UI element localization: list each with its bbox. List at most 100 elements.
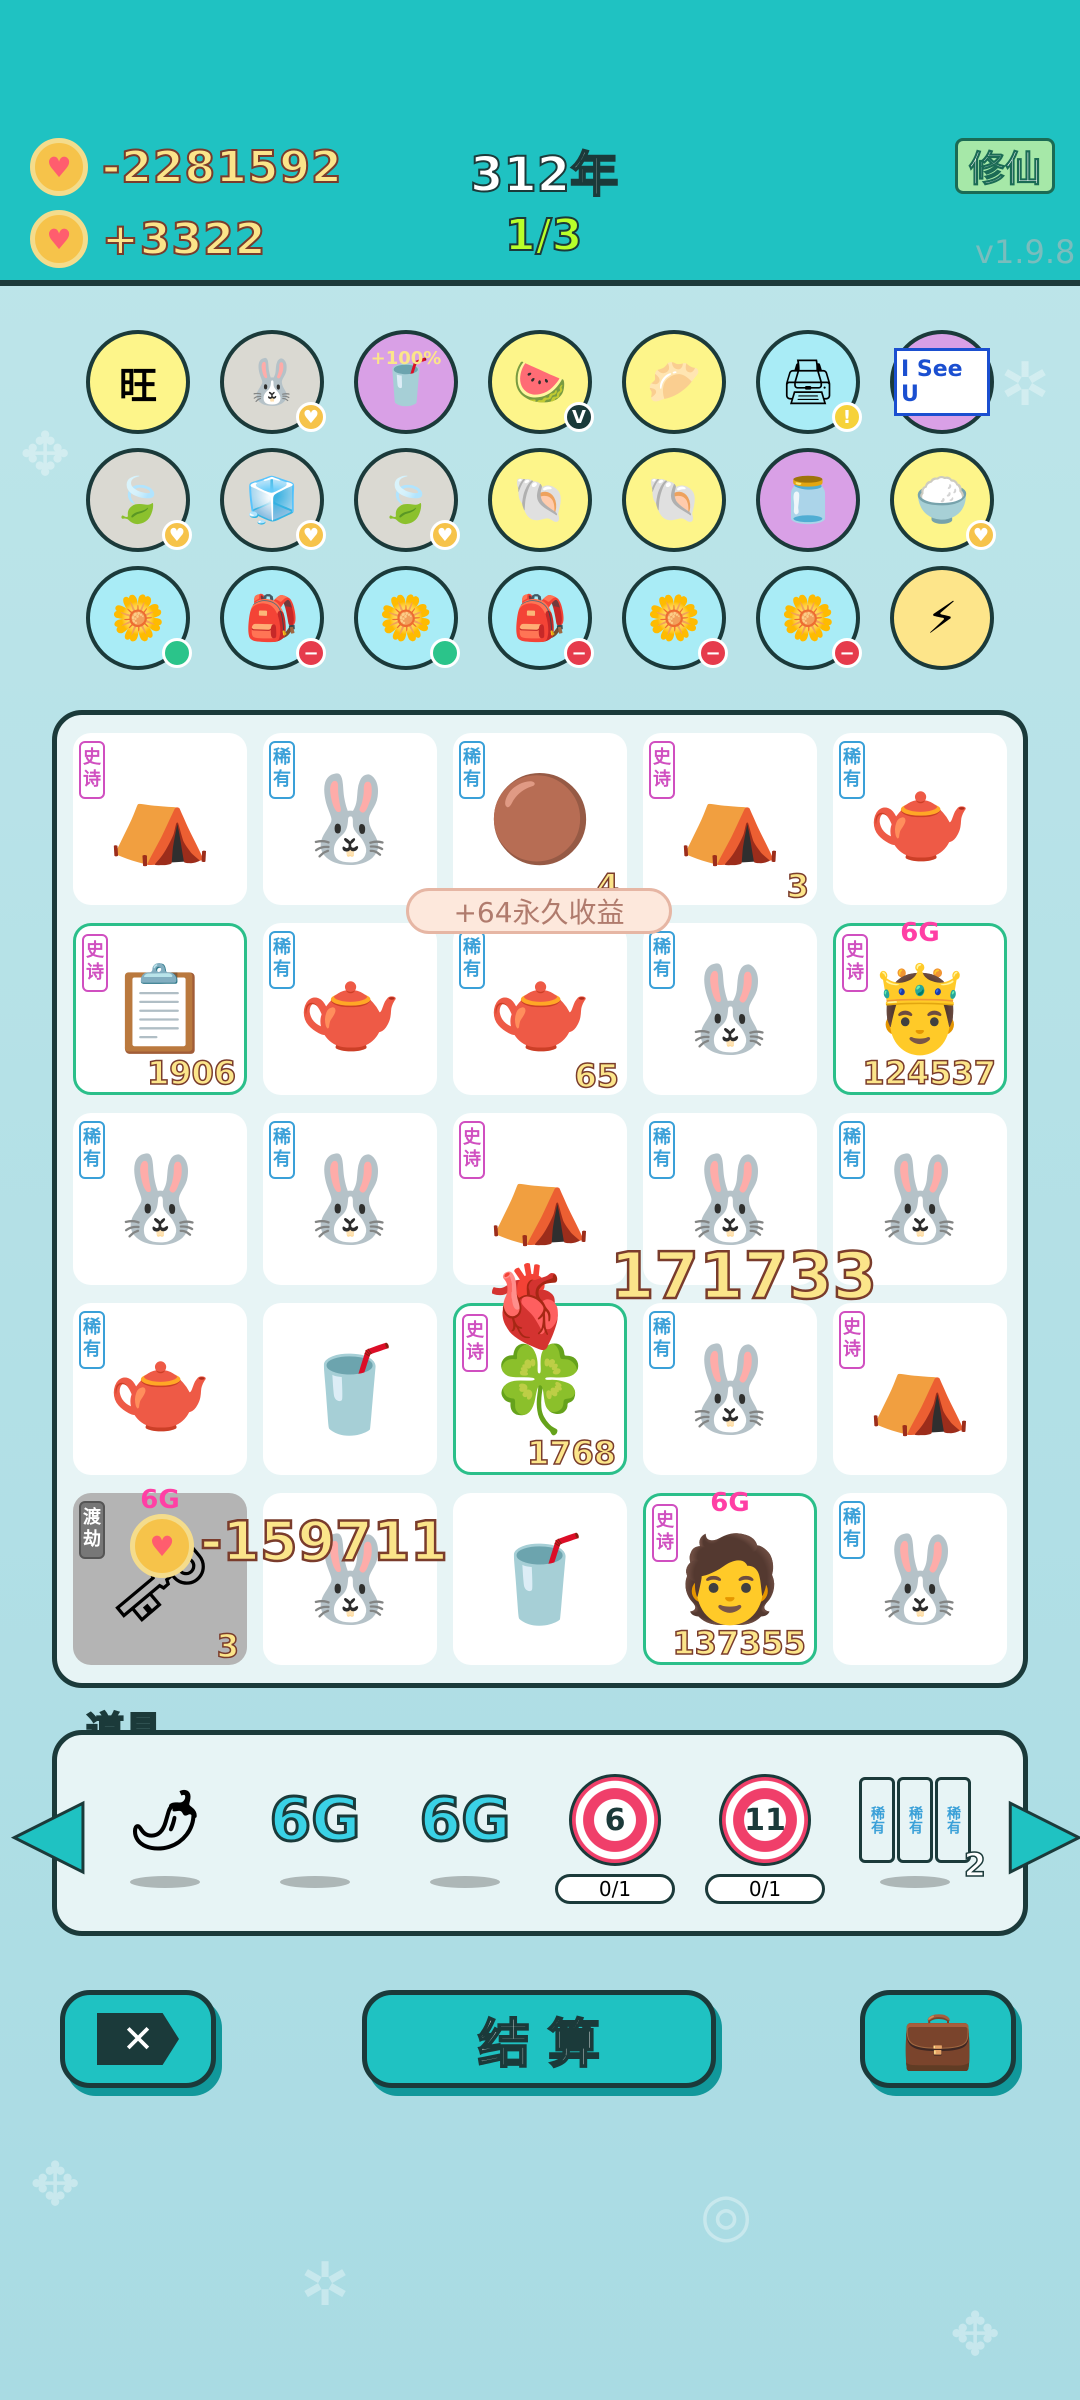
rarity-tag: 史诗 (842, 934, 868, 992)
buff-icon: 🐰 (244, 357, 300, 408)
board-cell[interactable]: 🐰 稀有 (833, 1493, 1007, 1665)
board-cell[interactable]: 📋 史诗 1906 (73, 923, 247, 1095)
buff-icon: 🍚 (914, 475, 970, 526)
rarity-tag: 稀有 (269, 741, 295, 799)
bg-decoration: ✥ (20, 420, 71, 490)
year-counter: 312年 (469, 146, 619, 204)
bag-button[interactable]: 💼 (860, 1990, 1016, 2088)
buff-icon: 旺 (118, 363, 157, 408)
heart-badge-icon: ♥ (966, 520, 996, 550)
board-cell[interactable]: 🥤 (453, 1493, 627, 1665)
coin-icon: ♥ (30, 210, 88, 268)
board-cell[interactable]: 🐰 稀有 (263, 1113, 437, 1285)
props-right-arrow-icon[interactable]: ▶ (1009, 1784, 1080, 1877)
board-cell[interactable]: 🧑 史诗 6G 137355 (643, 1488, 817, 1665)
buff-bubble[interactable]: 🐰 ♥ (220, 330, 326, 434)
bg-decoration: ✥ (30, 2150, 81, 2220)
red-badge-icon: − (698, 638, 728, 668)
buff-bubble[interactable]: 🖨! (756, 330, 862, 434)
prop-item[interactable]: 2 稀有 稀有 稀有 (850, 1770, 987, 1910)
cell-item-icon: 🥤 (487, 1529, 593, 1628)
buff-bubble[interactable]: ⚡ (890, 566, 994, 670)
stage-progress: 1/3 (504, 209, 583, 262)
buff-icon: 🖨 (780, 357, 836, 408)
coin-balance: ♥ -2281592 (30, 138, 343, 196)
buff-bubble[interactable]: 🍃 ♥ (86, 448, 192, 552)
buff-bubble[interactable]: 🐚 (622, 448, 726, 552)
buff-bubble[interactable]: 🍚 ♥ (890, 448, 996, 552)
top-status-bar: ♥ -2281592 ♥ +3322 312年 1/3 修仙 v1.9.8 (0, 0, 1080, 286)
rarity-tag: 稀有 (269, 931, 295, 989)
prop-icon: 稀有 稀有 稀有 (858, 1770, 972, 1870)
rarity-tag: 稀有 (459, 931, 485, 989)
buff-icon: 🍉 (512, 357, 568, 408)
six-g-label: 6G (268, 1784, 362, 1857)
buff-bubble[interactable]: 🍉 V (488, 330, 594, 434)
rarity-card-icon: 稀有 (897, 1777, 933, 1863)
prop-item[interactable]: 🌶 (100, 1770, 230, 1910)
xiuxian-button[interactable]: 修仙 (955, 138, 1055, 194)
buff-bubble[interactable]: 旺 (86, 330, 190, 434)
buff-bubble[interactable]: 🌼 (86, 566, 192, 670)
rarity-tag: 稀有 (649, 1121, 675, 1179)
board-cell[interactable]: ⛺ 史诗 (73, 733, 247, 905)
buff-bubble[interactable]: 🍃 ♥ (354, 448, 460, 552)
rarity-tag: 史诗 (79, 741, 105, 799)
rarity-tag: 稀有 (79, 1121, 105, 1179)
board-cell[interactable]: 🐰 稀有 (643, 1303, 817, 1475)
close-button[interactable]: ✕ (60, 1990, 216, 2088)
board-cell[interactable]: 🤴 史诗 6G 124537 (833, 918, 1007, 1095)
buff-icon: 🐚 (646, 475, 702, 526)
settle-label: 结 算 (477, 2014, 601, 2076)
props-left-arrow-icon[interactable]: ◀ (13, 1784, 85, 1877)
buff-icon: 🌼 (780, 593, 836, 644)
cell-count: 1768 (526, 1433, 617, 1473)
rarity-tag: 稀有 (269, 1121, 295, 1179)
board-cell[interactable]: 🫖 稀有 (263, 923, 437, 1095)
prop-item[interactable]: 11 0/1 (700, 1770, 830, 1910)
prop-item[interactable]: 6 0/1 (550, 1770, 680, 1910)
six-g-label: 6G (418, 1784, 512, 1857)
buff-bubble[interactable]: 🎒 − (488, 566, 594, 670)
buff-bubble[interactable]: I See U (890, 330, 994, 434)
rarity-tag: 史诗 (82, 934, 108, 992)
buff-bubble[interactable]: 🌼 (354, 566, 460, 670)
prop-usage-pill: 0/1 (555, 1874, 675, 1904)
heart-badge-icon: ♥ (162, 520, 192, 550)
board-cell[interactable]: 🟤 稀有 4 (453, 733, 627, 906)
board-cell[interactable]: ⛺ 史诗 3 (643, 733, 817, 906)
coin-icon: ♥ (30, 138, 88, 196)
cell-count: 1906 (146, 1053, 237, 1093)
loss-popup: -159711 (199, 1509, 449, 1575)
income-tooltip: +64永久收益 (406, 888, 672, 934)
heart-badge-icon: ♥ (296, 520, 326, 550)
buff-icon: I See U (894, 348, 990, 416)
board-cell[interactable]: 🫖 稀有 (73, 1303, 247, 1475)
board-cell[interactable]: 🫖 稀有 (833, 733, 1007, 905)
board-cell[interactable]: 🐰 稀有 (263, 733, 437, 905)
buff-bubble[interactable]: 🧊 ♥ (220, 448, 326, 552)
buff-icon: 🌼 (110, 593, 166, 644)
settle-button[interactable]: 结 算 (362, 1990, 716, 2088)
coin-balance-value: -2281592 (101, 141, 343, 194)
board-cell[interactable]: 🐰 稀有 (73, 1113, 247, 1285)
prop-item[interactable]: 6G (400, 1770, 530, 1910)
prop-shadow (280, 1876, 350, 1888)
prop-icon: 6G (418, 1770, 512, 1870)
board-cell[interactable]: 🫖 稀有 65 (453, 923, 627, 1096)
board-cell[interactable]: ⛺ 史诗 (833, 1303, 1007, 1475)
buff-bubble[interactable]: 🥟 (622, 330, 726, 434)
prop-item[interactable]: 6G (250, 1770, 380, 1910)
buff-bubble[interactable]: 🎒 − (220, 566, 326, 670)
buff-bubble[interactable]: 🐚 (488, 448, 592, 552)
buff-bubble[interactable]: 🌼 − (756, 566, 862, 670)
buff-bubble[interactable]: 🥤 +100% (354, 330, 458, 434)
board-cell[interactable]: 🥤 (263, 1303, 437, 1475)
warn-badge-icon: ! (832, 402, 862, 432)
cell-count: 3 (786, 866, 810, 906)
buff-icon: 🍃 (110, 475, 166, 526)
six-g-label: 6G (710, 1488, 750, 1518)
buff-bubble[interactable]: 🌼 − (622, 566, 728, 670)
board-cell[interactable]: 🐰 稀有 (643, 923, 817, 1095)
buff-bubble[interactable]: 🫙 (756, 448, 860, 552)
